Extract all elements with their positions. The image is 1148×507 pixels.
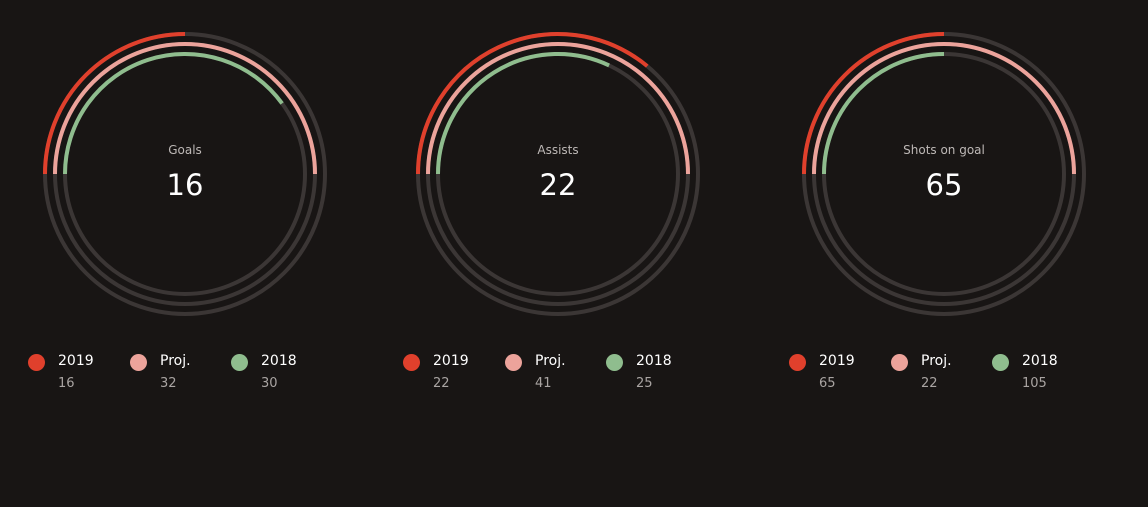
chart-value: 22	[540, 168, 577, 202]
radial-chart-shots-on-goal: Shots on goal 65	[802, 32, 1086, 316]
legend-item-2018: 2018 25	[606, 353, 706, 403]
legend-name: 2019	[58, 353, 94, 369]
chart-value: 65	[926, 168, 963, 202]
legend-dot-2019	[403, 354, 420, 371]
chart-label: Goals	[168, 143, 202, 157]
legend-name: Proj.	[921, 353, 952, 369]
legend-item-2019: 2019 16	[28, 353, 128, 403]
legend-dot-2018	[606, 354, 623, 371]
legend: 2019 16 Proj. 32 2018 30	[0, 353, 370, 403]
legend-value: 25	[636, 376, 653, 391]
legend-dot-2019	[789, 354, 806, 371]
dashboard: Goals 16 2019 16 Proj. 32 2018 30 Assist…	[0, 0, 1148, 507]
chart-label: Assists	[537, 143, 578, 157]
legend-value: 22	[433, 376, 450, 391]
legend-item-2019: 2019 22	[403, 353, 503, 403]
panel-assists: Assists 22 2019 22 Proj. 41 2018 25	[373, 0, 743, 507]
radial-chart-assists: Assists 22	[416, 32, 700, 316]
legend-name: Proj.	[160, 353, 191, 369]
legend-dot-proj	[130, 354, 147, 371]
legend-dot-2019	[28, 354, 45, 371]
legend-dot-2018	[231, 354, 248, 371]
panel-goals: Goals 16 2019 16 Proj. 32 2018 30	[0, 0, 370, 507]
legend-dot-proj	[505, 354, 522, 371]
panel-shots-on-goal: Shots on goal 65 2019 65 Proj. 22 2018 1…	[759, 0, 1129, 507]
legend-item-2018: 2018 30	[231, 353, 331, 403]
legend-value: 41	[535, 376, 552, 391]
legend-item-2018: 2018 105	[992, 353, 1092, 403]
legend-dot-proj	[891, 354, 908, 371]
legend-item-proj: Proj. 22	[891, 353, 991, 403]
legend-value: 105	[1022, 376, 1047, 391]
legend-value: 30	[261, 376, 278, 391]
legend-name: 2019	[819, 353, 855, 369]
legend-value: 22	[921, 376, 938, 391]
chart-label: Shots on goal	[903, 143, 985, 157]
legend-dot-2018	[992, 354, 1009, 371]
legend-item-proj: Proj. 41	[505, 353, 605, 403]
legend-item-2019: 2019 65	[789, 353, 889, 403]
legend: 2019 65 Proj. 22 2018 105	[759, 353, 1129, 403]
legend-value: 32	[160, 376, 177, 391]
legend-name: 2018	[636, 353, 672, 369]
legend-name: 2018	[1022, 353, 1058, 369]
legend-item-proj: Proj. 32	[130, 353, 230, 403]
legend-name: 2018	[261, 353, 297, 369]
legend-name: 2019	[433, 353, 469, 369]
legend-name: Proj.	[535, 353, 566, 369]
legend-value: 16	[58, 376, 75, 391]
legend: 2019 22 Proj. 41 2018 25	[373, 353, 743, 403]
legend-value: 65	[819, 376, 836, 391]
chart-value: 16	[167, 168, 204, 202]
radial-chart-goals: Goals 16	[43, 32, 327, 316]
